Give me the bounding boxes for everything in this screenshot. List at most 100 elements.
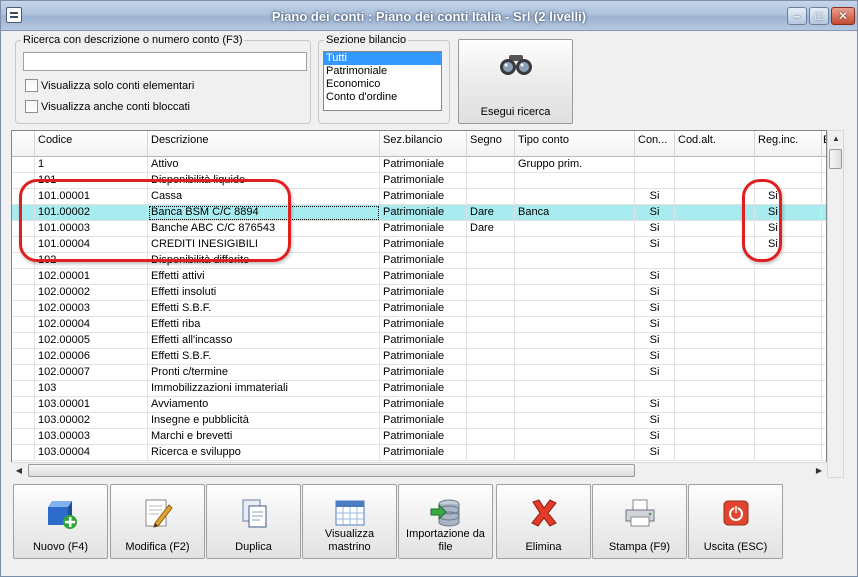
cell-descrizione[interactable]: Effetti all'incasso <box>148 333 380 349</box>
cell-descrizione[interactable]: Immobilizzazioni immateriali <box>148 381 380 397</box>
cell-con[interactable] <box>635 381 675 397</box>
cell-sez-bilancio[interactable]: Patrimoniale <box>380 253 467 269</box>
cell-codice[interactable]: 102.00007 <box>35 365 148 381</box>
search-input[interactable] <box>23 52 307 71</box>
cell-reg-inc[interactable] <box>755 253 822 269</box>
sezione-bilancio-list[interactable]: Tutti Patrimoniale Economico Conto d'ord… <box>323 51 442 111</box>
cell-sez-bilancio[interactable]: Patrimoniale <box>380 173 467 189</box>
cell-segno[interactable]: Dare <box>467 205 515 221</box>
cell-tipo-conto[interactable] <box>515 253 635 269</box>
header-reg-inc[interactable]: Reg.inc. <box>755 131 822 157</box>
table-row[interactable]: 103 Immobilizzazioni immateriali Patrimoni… <box>12 381 826 397</box>
cell-sez-bilancio[interactable]: Patrimoniale <box>380 221 467 237</box>
scroll-left-icon[interactable]: ◀ <box>11 463 27 479</box>
cell-con[interactable]: Si <box>635 349 675 365</box>
horizontal-scrollbar[interactable]: ◀ ▶ <box>11 462 827 478</box>
table-row[interactable]: 103.00002 Insegne e pubblicità Patrimonial… <box>12 413 826 429</box>
table-row[interactable]: 103.00003 Marchi e brevetti Patrimoniale Si <box>12 429 826 445</box>
cell-cod-alt[interactable] <box>675 301 755 317</box>
cell-descrizione[interactable]: Pronti c/termine <box>148 365 380 381</box>
duplica-button[interactable]: Duplica <box>206 484 301 559</box>
cell-sez-bilancio[interactable]: Patrimoniale <box>380 317 467 333</box>
cell-cod-alt[interactable] <box>675 285 755 301</box>
cell-segno[interactable] <box>467 397 515 413</box>
cell-segno[interactable] <box>467 317 515 333</box>
cell-codice[interactable]: 103.00002 <box>35 413 148 429</box>
header-sez-bilancio[interactable]: Sez.bilancio <box>380 131 467 157</box>
table-row[interactable]: 102.00003 Effetti S.B.F. Patrimoniale Si <box>12 301 826 317</box>
cell-descrizione[interactable]: Marchi e brevetti <box>148 429 380 445</box>
cell-descrizione[interactable]: CREDITI INESIGIBILI <box>148 237 380 253</box>
cell-segno[interactable] <box>467 253 515 269</box>
cell-sez-bilancio[interactable]: Patrimoniale <box>380 237 467 253</box>
table-row[interactable]: 103.00001 Avviamento Patrimoniale Si <box>12 397 826 413</box>
cell-tipo-conto[interactable] <box>515 333 635 349</box>
cell-sez-bilancio[interactable]: Patrimoniale <box>380 301 467 317</box>
cell-segno[interactable] <box>467 285 515 301</box>
cell-cod-alt[interactable] <box>675 221 755 237</box>
cell-cod-alt[interactable] <box>675 349 755 365</box>
cell-codice[interactable]: 102.00001 <box>35 269 148 285</box>
table-row[interactable]: 102.00007 Pronti c/termine Patrimoniale Si <box>12 365 826 381</box>
cell-cod-alt[interactable] <box>675 429 755 445</box>
cell-codice[interactable]: 102.00002 <box>35 285 148 301</box>
cell-tipo-conto[interactable]: Banca <box>515 205 635 221</box>
maximize-button[interactable]: □ <box>809 7 829 25</box>
cell-reg-inc[interactable]: Si <box>755 237 822 253</box>
cell-con[interactable]: Si <box>635 285 675 301</box>
cell-codice[interactable]: 103.00003 <box>35 429 148 445</box>
cell-sez-bilancio[interactable]: Patrimoniale <box>380 205 467 221</box>
cell-cod-alt[interactable] <box>675 333 755 349</box>
table-row[interactable]: 102.00002 Effetti insoluti Patrimoniale Si <box>12 285 826 301</box>
row-indicator[interactable] <box>12 445 35 461</box>
cell-reg-inc[interactable]: Si <box>755 205 822 221</box>
cell-sez-bilancio[interactable]: Patrimoniale <box>380 189 467 205</box>
cell-tipo-conto[interactable] <box>515 413 635 429</box>
cell-descrizione[interactable]: Avviamento <box>148 397 380 413</box>
cell-reg-inc[interactable] <box>755 397 822 413</box>
row-indicator[interactable] <box>12 413 35 429</box>
cell-reg-inc[interactable] <box>755 157 822 173</box>
cell-con[interactable]: Si <box>635 445 675 461</box>
uscita-button[interactable]: Uscita (ESC) <box>688 484 783 559</box>
modifica-button[interactable]: Modifica (F2) <box>110 484 205 559</box>
table-row[interactable]: 1 Attivo Patrimoniale Gruppo prim. <box>12 157 826 173</box>
row-indicator[interactable] <box>12 397 35 413</box>
row-indicator[interactable] <box>12 381 35 397</box>
table-row[interactable]: 101.00001 Cassa Patrimoniale Si Si <box>12 189 826 205</box>
cell-descrizione[interactable]: Cassa <box>148 189 380 205</box>
cell-codice[interactable]: 101.00004 <box>35 237 148 253</box>
cell-con[interactable]: Si <box>635 269 675 285</box>
sezione-option-economico[interactable]: Economico <box>324 78 441 91</box>
stampa-button[interactable]: Stampa (F9) <box>592 484 687 559</box>
row-indicator[interactable] <box>12 189 35 205</box>
scroll-right-icon[interactable]: ▶ <box>811 463 827 479</box>
cell-codice[interactable]: 103 <box>35 381 148 397</box>
table-row[interactable]: 103.00004 Ricerca e sviluppo Patrimoniale S… <box>12 445 826 461</box>
cell-segno[interactable] <box>467 429 515 445</box>
header-descrizione[interactable]: Descrizione <box>148 131 380 157</box>
minimize-button[interactable]: – <box>787 7 807 25</box>
table-row[interactable]: 101.00004 CREDITI INESIGIBILI Patrimoniale… <box>12 237 826 253</box>
row-indicator[interactable] <box>12 317 35 333</box>
cell-segno[interactable] <box>467 413 515 429</box>
cell-descrizione[interactable]: Banca BSM C/C 8894 <box>148 205 380 221</box>
cell-codice[interactable]: 102.00003 <box>35 301 148 317</box>
table-row[interactable]: 101 Disponibilità liquide Patrimoniale <box>12 173 826 189</box>
cell-sez-bilancio[interactable]: Patrimoniale <box>380 429 467 445</box>
header-tipo-conto[interactable]: Tipo conto <box>515 131 635 157</box>
cell-segno[interactable] <box>467 381 515 397</box>
title-bar[interactable]: Piano dei conti : Piano dei conti Italia… <box>1 1 857 31</box>
nuovo-button[interactable]: Nuovo (F4) <box>13 484 108 559</box>
cell-tipo-conto[interactable] <box>515 173 635 189</box>
cell-codice[interactable]: 102 <box>35 253 148 269</box>
vertical-scroll-thumb[interactable] <box>829 149 842 169</box>
row-indicator[interactable] <box>12 285 35 301</box>
header-cod-alt[interactable]: Cod.alt. <box>675 131 755 157</box>
accounts-grid[interactable]: Codice Descrizione Sez.bilancio Segno Ti… <box>11 130 827 478</box>
chk-elementari-checkbox[interactable] <box>25 79 38 92</box>
scroll-up-icon[interactable]: ▲ <box>828 131 844 147</box>
cell-cod-alt[interactable] <box>675 381 755 397</box>
cell-descrizione[interactable]: Ricerca e sviluppo <box>148 445 380 461</box>
cell-codice[interactable]: 102.00006 <box>35 349 148 365</box>
